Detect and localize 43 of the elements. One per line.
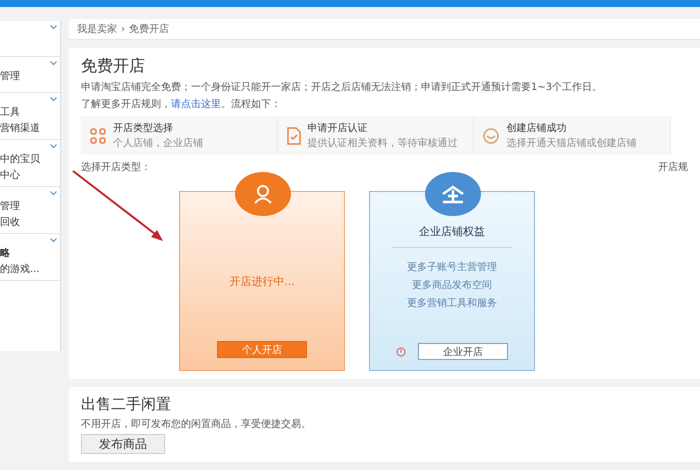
sidebar-item[interactable]: 营销渠道: [0, 121, 40, 135]
breadcrumb-item[interactable]: 我是卖家: [77, 22, 117, 36]
sidebar-item[interactable]: 工具: [0, 105, 40, 119]
publish-button[interactable]: 发布商品: [81, 434, 165, 454]
sidebar-heading: 略: [0, 246, 11, 260]
rules-link[interactable]: 请点击这里: [171, 99, 221, 110]
status-text: 开店进行中...: [229, 274, 295, 289]
chevron-icon[interactable]: [50, 25, 57, 30]
step-title: 开店类型选择: [113, 122, 174, 135]
step-description: 个人店铺，企业店铺: [113, 136, 203, 150]
benefit-text: 更多子账号主营管理: [407, 260, 497, 274]
step-title: 申请开店认证: [308, 122, 369, 135]
sidebar-item[interactable]: 回收: [0, 215, 20, 229]
enterprise-shop-button[interactable]: 企业开店: [418, 343, 508, 360]
chevron-icon[interactable]: [50, 144, 57, 149]
step-description: 选择开通天猫店铺或创建店铺: [506, 136, 636, 150]
benefit-text: 更多商品发布空间: [412, 278, 492, 292]
section-title: 免费开店: [81, 56, 146, 77]
chevron-icon[interactable]: [50, 61, 57, 66]
step-title: 创建店铺成功: [506, 122, 568, 135]
sidebar-item[interactable]: 管理: [0, 199, 20, 213]
chevron-icon[interactable]: [50, 238, 57, 243]
info-icon: [396, 346, 406, 356]
notice-text: 申请淘宝店铺完全免费；一个身份证只能开一家店；开店之后店铺无法注销；申请到正式开通预计需要1~3个工作日。: [81, 80, 604, 94]
document-icon: [286, 126, 302, 144]
smile-icon: [482, 126, 500, 144]
breadcrumb-item[interactable]: 免费开店: [129, 22, 169, 36]
step-description: 提供认证相关资料，等待审核通过: [308, 136, 458, 150]
sidebar-item[interactable]: 管理: [0, 69, 20, 83]
chevron-icon[interactable]: [50, 97, 57, 102]
sidebar-item[interactable]: 的游戏...: [0, 262, 40, 276]
choose-label: 选择开店类型：: [81, 160, 151, 174]
benefit-text: 更多营销工具和服务: [407, 296, 497, 310]
sidebar-item[interactable]: 中的宝贝: [0, 152, 40, 166]
breadcrumb-separator: ›: [121, 24, 125, 34]
sidebar-item[interactable]: 中心: [0, 168, 40, 182]
rules-text: 了解更多开店规则，请点击这里。流程如下：: [81, 98, 282, 111]
secondhand-description: 不用开店，即可发布您的闲置商品，享受便捷交易。: [81, 418, 312, 431]
chevron-icon[interactable]: [50, 191, 57, 196]
side-link[interactable]: 开店规: [658, 160, 688, 174]
section-title: 出售二手闲置: [81, 395, 172, 414]
grid-icon: [89, 126, 107, 144]
card-title: 企业店铺权益: [392, 224, 512, 248]
